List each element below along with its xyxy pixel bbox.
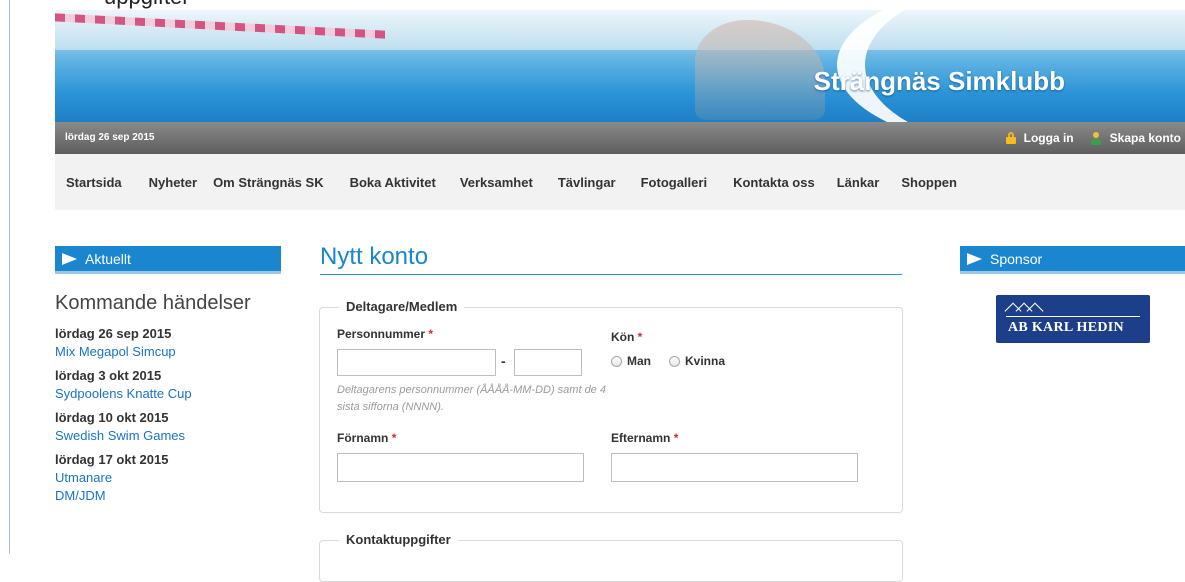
event-item: lördag 17 okt 2015 Utmanare DM/JDM: [55, 452, 285, 503]
cut-off-heading: uppgifter: [104, 0, 190, 10]
event-item: lördag 26 sep 2015 Mix Megapol Simcup: [55, 326, 285, 359]
required-mark: *: [391, 431, 397, 445]
events-list: Kommande händelser lördag 26 sep 2015 Mi…: [55, 292, 285, 503]
nav-item-tavlingar[interactable]: Tävlingar: [558, 175, 616, 190]
login-label: Logga in: [1023, 131, 1074, 145]
top-bar: lördag 26 sep 2015 Logga in Skapa konto: [55, 122, 1185, 154]
nav-item-shoppen[interactable]: Shoppen: [901, 175, 957, 190]
nav-item-lankar[interactable]: Länkar: [837, 175, 880, 190]
efternamn-label: Efternamn *: [611, 431, 678, 445]
contact-fieldset: Kontaktuppgifter: [319, 532, 903, 582]
events-title: Kommande händelser: [55, 292, 251, 314]
site-title[interactable]: Strängnäs Simklubb: [814, 66, 1065, 97]
arrow-right-icon: [967, 252, 982, 265]
radio-kvinna[interactable]: Kvinna: [669, 354, 725, 368]
aktuellt-heading: Aktuellt: [85, 250, 131, 267]
create-account-label: Skapa konto: [1109, 131, 1181, 145]
personnummer-last4-input[interactable]: [514, 349, 582, 376]
event-date: lördag 10 okt 2015: [55, 410, 169, 425]
sponsor-logo[interactable]: AB KARL HEDIN: [996, 295, 1150, 343]
event-link[interactable]: Sydpoolens Knatte Cup: [55, 386, 285, 401]
page-title: Nytt konto: [320, 243, 902, 275]
personnummer-date-input[interactable]: [337, 349, 496, 376]
personnummer-hint: Deltagarens personnummer (ÅÅÅÅ-MM-DD) sa…: [337, 384, 606, 413]
event-link[interactable]: Utmanare: [55, 470, 285, 485]
logo-divider: [1006, 316, 1140, 317]
lock-icon: [1005, 132, 1016, 144]
nav-item-om[interactable]: Om Strängnäs SK: [213, 175, 324, 190]
event-date: lördag 17 okt 2015: [55, 452, 169, 467]
header-banner: Strängnäs Simklubb: [55, 10, 1185, 122]
required-mark: *: [673, 431, 679, 445]
fornamn-label: Förnamn *: [337, 431, 396, 445]
personnummer-dash: -: [501, 353, 506, 369]
required-mark: *: [637, 330, 643, 344]
radio-man-label: Man: [627, 354, 651, 368]
fornamn-input[interactable]: [337, 453, 584, 482]
radio-man[interactable]: Man: [611, 354, 651, 368]
efternamn-label-text: Efternamn: [611, 431, 671, 445]
efternamn-input[interactable]: [611, 453, 858, 482]
personnummer-label-text: Personnummer: [337, 327, 426, 341]
nav-item-verksamhet[interactable]: Verksamhet: [460, 175, 533, 190]
radio-circle[interactable]: [669, 355, 680, 367]
kon-label: Kön *: [611, 330, 642, 344]
radio-kvinna-label: Kvinna: [685, 354, 726, 368]
aktuellt-panel-header: Aktuellt: [55, 246, 281, 274]
arrow-right-icon: [62, 252, 77, 265]
kon-label-text: Kön: [611, 330, 635, 344]
nav-item-fotogalleri[interactable]: Fotogalleri: [641, 175, 707, 190]
left-border-line: [9, 0, 10, 554]
nav-item-kontakta-oss[interactable]: Kontakta oss: [733, 175, 815, 190]
sponsor-name: AB KARL HEDIN: [1008, 320, 1124, 335]
event-date: lördag 3 okt 2015: [55, 368, 162, 383]
nav-item-nyheter[interactable]: Nyheter: [149, 175, 197, 190]
main-nav: Startsida Nyheter Om Strängnäs SK Boka A…: [55, 154, 1185, 210]
current-date: lördag 26 sep 2015: [65, 132, 155, 143]
event-link[interactable]: Mix Megapol Simcup: [55, 344, 285, 359]
create-account-link[interactable]: Skapa konto: [1090, 131, 1181, 145]
event-item: lördag 3 okt 2015 Sydpoolens Knatte Cup: [55, 368, 285, 401]
login-link[interactable]: Logga in: [1005, 131, 1074, 145]
participant-legend: Deltagare/Medlem: [339, 299, 465, 314]
event-date: lördag 26 sep 2015: [55, 326, 172, 341]
required-mark: *: [428, 327, 434, 341]
participant-fieldset: Deltagare/Medlem Personnummer * - Deltag…: [319, 299, 903, 513]
sponsor-panel-header: Sponsor: [960, 246, 1185, 274]
event-link[interactable]: DM/JDM: [55, 488, 285, 503]
user-icon: [1090, 131, 1102, 145]
sponsor-heading: Sponsor: [990, 250, 1043, 267]
house-roofs-icon: [1004, 302, 1044, 320]
account-links: Logga in Skapa konto: [1005, 131, 1181, 145]
nav-item-boka-aktivitet[interactable]: Boka Aktivitet: [350, 175, 436, 190]
nav-item-startsida[interactable]: Startsida: [66, 175, 122, 190]
radio-circle[interactable]: [611, 355, 622, 367]
event-item: lördag 10 okt 2015 Swedish Swim Games: [55, 410, 285, 443]
event-link[interactable]: Swedish Swim Games: [55, 428, 285, 443]
personnummer-label: Personnummer *: [337, 327, 433, 341]
fornamn-label-text: Förnamn: [337, 431, 389, 445]
contact-legend: Kontaktuppgifter: [339, 532, 458, 547]
